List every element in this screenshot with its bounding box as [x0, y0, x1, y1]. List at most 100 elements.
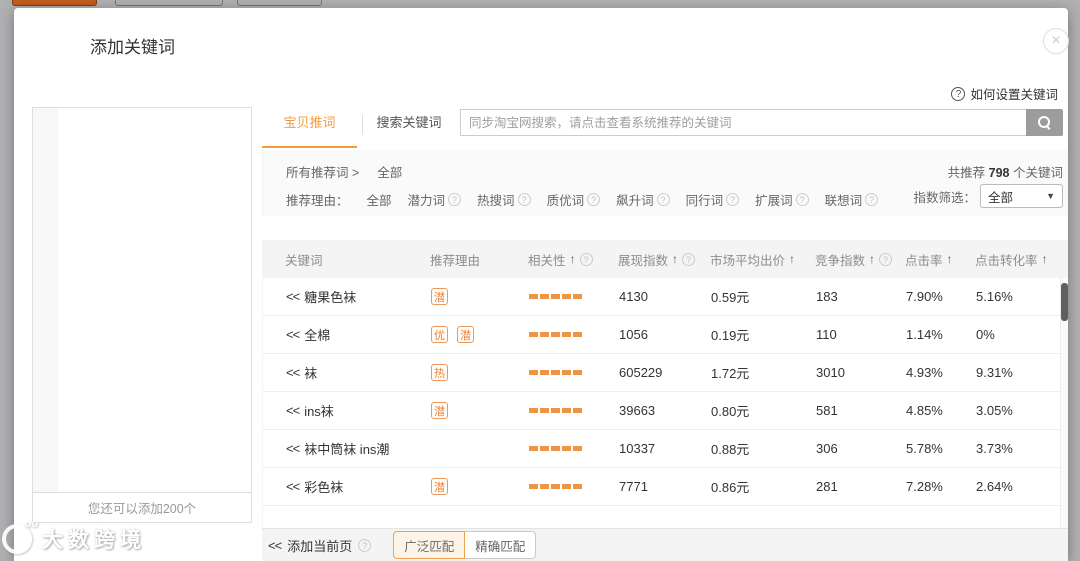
relevance-bar	[540, 370, 549, 375]
table-row: << ins袜 潜 39663 0.80元 581 4.85% 3.05%	[263, 392, 1068, 430]
sort-icon[interactable]: ↑	[672, 252, 678, 266]
keyword-text: ins袜	[304, 404, 334, 419]
column-header-市场平均出价[interactable]: 市场平均出价 ↑	[710, 250, 815, 269]
avg-price-cell: 1.72元	[711, 366, 750, 381]
filter-option[interactable]: 潜力词?	[408, 190, 462, 209]
column-header-展现指数[interactable]: 展现指数 ↑?	[618, 250, 710, 269]
tab-search-keywords[interactable]: 搜索关键词	[370, 107, 448, 146]
keyword-add-cell[interactable]: << 袜	[286, 363, 431, 382]
reason-badges-cell: 优潜	[431, 326, 529, 343]
filter-option[interactable]: 全部	[367, 190, 392, 209]
impression-index-cell: 10337	[619, 441, 656, 456]
tab-item-recommend[interactable]: 宝贝推词	[262, 107, 357, 146]
reason-badges-cell: 潜	[431, 402, 529, 419]
help-icon[interactable]: ?	[656, 193, 670, 206]
ctr-cell: 7.28%	[906, 479, 943, 494]
keyword-text: 袜	[304, 366, 318, 381]
how-to-set-keywords-link[interactable]: ? 如何设置关键词	[951, 84, 1058, 103]
breadcrumb-value[interactable]: 全部	[377, 162, 402, 181]
panel-gutter	[33, 108, 58, 492]
help-icon[interactable]: ?	[726, 193, 740, 206]
reason-badge-潜: 潜	[431, 402, 448, 419]
table-row: << 糖果色袜 潜 4130 0.59元 183 7.90% 5.16%	[263, 278, 1068, 316]
help-icon[interactable]: ?	[795, 193, 809, 206]
reason-badge-热: 热	[431, 364, 448, 381]
relevance-bar	[573, 408, 582, 413]
background-button-2[interactable]	[115, 0, 223, 6]
filter-option[interactable]: 扩展词?	[755, 190, 809, 209]
keyword-add-cell[interactable]: << 彩色袜	[286, 477, 431, 496]
relevance-bars	[529, 332, 582, 337]
column-header-点击率[interactable]: 点击率 ↑	[905, 250, 975, 269]
scrollbar-track[interactable]	[1060, 278, 1068, 528]
help-icon[interactable]: ?	[587, 193, 601, 206]
relevance-bar	[529, 332, 538, 337]
ctr-cell: 5.78%	[906, 441, 943, 456]
column-header-竞争指数[interactable]: 竞争指数 ↑?	[815, 250, 905, 269]
keyword-add-cell[interactable]: << 糖果色袜	[286, 287, 431, 306]
column-header-点击转化率[interactable]: 点击转化率 ↑	[975, 250, 1061, 269]
filter-option[interactable]: 联想词?	[825, 190, 879, 209]
help-icon[interactable]: ?	[448, 193, 462, 206]
close-button[interactable]: ×	[1043, 28, 1069, 54]
help-icon[interactable]: ?	[865, 193, 879, 206]
sort-icon[interactable]: ↑	[570, 252, 576, 266]
relevance-bar	[551, 370, 560, 375]
match-button-精确匹配[interactable]: 精确匹配	[465, 531, 537, 559]
competition-index-cell: 581	[816, 403, 838, 418]
keyword-add-cell[interactable]: << 全棉	[286, 325, 431, 344]
index-filter-dropdown[interactable]: 全部 ▼	[980, 184, 1063, 208]
scrollbar-thumb[interactable]	[1061, 283, 1068, 321]
filter-option-label: 飙升词	[616, 194, 654, 208]
filter-option[interactable]: 热搜词?	[477, 190, 531, 209]
impression-index-cell: 605229	[619, 365, 663, 380]
keyword-search-input[interactable]	[460, 109, 1026, 136]
sort-icon[interactable]: ↑	[1042, 252, 1048, 266]
keyword-add-cell[interactable]: << ins袜	[286, 401, 431, 420]
search-icon	[1037, 115, 1052, 130]
background-primary-button[interactable]	[12, 0, 97, 6]
ctr-cell: 4.93%	[906, 365, 943, 380]
filter-option[interactable]: 质优词?	[547, 190, 601, 209]
search-button[interactable]	[1026, 109, 1063, 136]
match-button-广泛匹配[interactable]: 广泛匹配	[393, 531, 466, 559]
keyword-text: 糖果色袜	[304, 290, 357, 305]
help-link-label: 如何设置关键词	[970, 88, 1058, 102]
sort-icon[interactable]: ↑	[947, 252, 953, 266]
relevance-bars	[529, 370, 582, 375]
column-header-相关性[interactable]: 相关性 ↑?	[528, 250, 618, 269]
reason-filter-options: 全部 潜力词? 热搜词? 质优词? 飙升词? 同行词? 扩展词? 联想词?	[367, 190, 895, 209]
relevance-bar	[573, 446, 582, 451]
sort-icon[interactable]: ↑	[789, 252, 795, 266]
relevance-bar	[551, 446, 560, 451]
help-icon[interactable]: ?	[358, 538, 372, 552]
filter-option[interactable]: 飙升词?	[616, 190, 670, 209]
table-row: << 袜 热 605229 1.72元 3010 4.93% 9.31%	[263, 354, 1068, 392]
relevance-cell	[529, 408, 619, 413]
reason-badge-优: 优	[431, 326, 448, 343]
keyword-add-cell[interactable]: << 袜中筒袜 ins潮	[286, 439, 431, 458]
relevance-bar	[529, 484, 538, 489]
cvr-cell: 3.73%	[976, 441, 1013, 456]
relevance-bar	[540, 484, 549, 489]
relevance-cell	[529, 370, 619, 375]
reason-badge-潜: 潜	[431, 288, 448, 305]
sort-icon[interactable]: ↑	[869, 252, 875, 266]
help-icon[interactable]: ?	[682, 252, 696, 266]
column-label: 点击转化率	[975, 253, 1038, 268]
help-icon[interactable]: ?	[517, 193, 531, 206]
cvr-cell: 0%	[976, 327, 995, 342]
help-icon[interactable]: ?	[879, 252, 893, 266]
background-button-3[interactable]	[237, 0, 322, 6]
filter-option-label: 同行词	[685, 194, 724, 208]
avg-price-cell: 0.59元	[711, 290, 750, 305]
competition-index-cell: 3010	[816, 365, 845, 380]
filter-option[interactable]: 同行词?	[686, 190, 740, 209]
add-current-page-button[interactable]: << 添加当前页 ?	[268, 536, 372, 555]
impression-index-cell: 7771	[619, 479, 648, 494]
relevance-bar	[529, 294, 538, 299]
chevron-down-icon: ▼	[1046, 191, 1055, 201]
help-icon[interactable]: ?	[579, 252, 593, 266]
filter-option-label: 联想词	[824, 194, 863, 208]
relevance-bar	[540, 446, 549, 451]
